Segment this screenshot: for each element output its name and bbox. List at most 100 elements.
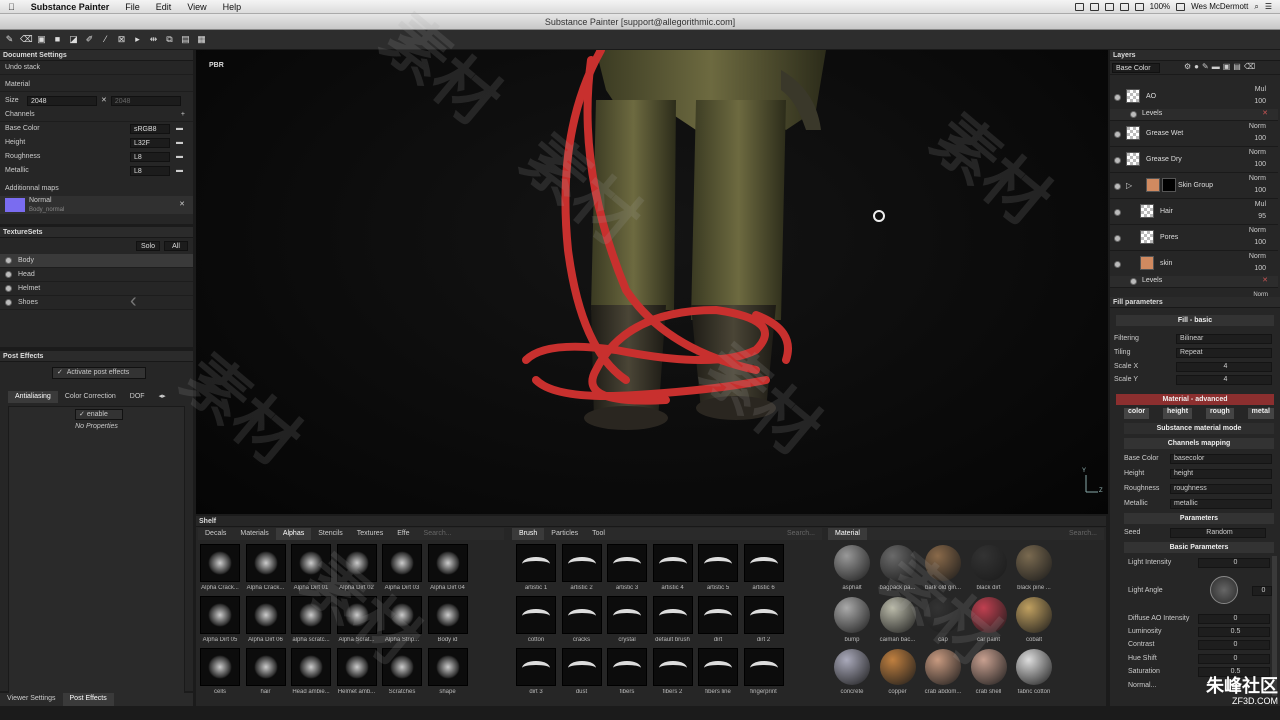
material-thumbnail[interactable] — [923, 648, 963, 686]
tab-stencils[interactable]: Stencils — [311, 528, 350, 540]
material-thumbnail[interactable] — [969, 648, 1009, 686]
brush-thumbnail[interactable] — [698, 596, 738, 634]
layer-opacity[interactable]: 100 — [1254, 133, 1266, 145]
visibility-icon[interactable] — [1114, 94, 1121, 101]
color-picker-icon[interactable]: ⁄ — [100, 34, 111, 45]
smudge-icon[interactable]: ◪ — [68, 34, 79, 45]
projection-icon[interactable]: ▣ — [36, 34, 47, 45]
material-thumbnail[interactable] — [923, 544, 963, 582]
alpha-thumbnail[interactable] — [291, 596, 331, 634]
layer-tool-icons[interactable]: ⚙●✎▬▣▤⌫ — [1184, 62, 1258, 71]
visibility-icon[interactable] — [5, 271, 12, 278]
alpha-thumbnail[interactable] — [382, 596, 422, 634]
metal-toggle[interactable]: metal — [1247, 408, 1274, 419]
remove-channel-icon[interactable]: ▬ — [170, 122, 183, 136]
geometry-fill-icon[interactable]: ■ — [52, 34, 63, 45]
channel-select[interactable]: Base Color — [1112, 63, 1160, 73]
tab-alphas[interactable]: Alphas — [275, 528, 312, 540]
layer-row[interactable]: skin Norm 100 — [1110, 251, 1278, 277]
tab-textures[interactable]: Textures — [350, 528, 390, 540]
menu-help[interactable]: Help — [215, 2, 250, 12]
alpha-thumbnail[interactable] — [200, 648, 240, 686]
remove-channel-icon[interactable]: ▬ — [170, 164, 183, 178]
tab-dof[interactable]: DOF — [123, 391, 152, 403]
param-value[interactable]: 0 — [1198, 640, 1270, 650]
material-advanced-header[interactable]: Material - advanced — [1116, 394, 1274, 405]
menu-edit[interactable]: Edit — [148, 2, 180, 12]
alpha-thumbnail[interactable] — [382, 544, 422, 582]
link-icon[interactable]: ✕ — [97, 94, 111, 108]
remove-channel-icon[interactable]: ▬ — [170, 136, 183, 150]
layer-blend-mode[interactable]: Norm — [1249, 173, 1266, 185]
search-field[interactable]: Search... — [417, 528, 459, 540]
scrollbar[interactable] — [1272, 556, 1277, 696]
tab-scroll-arrows[interactable]: ◂▸ — [152, 391, 173, 403]
layer-opacity[interactable]: 95 — [1258, 211, 1266, 223]
enable-checkbox[interactable]: ✓ enable — [75, 409, 123, 420]
channels-mapping-header[interactable]: Channels mapping — [1124, 438, 1274, 449]
visibility-icon[interactable] — [5, 299, 12, 306]
clone-icon[interactable]: ✐ — [84, 34, 95, 45]
layer-row[interactable]: Levels ✕ — [1110, 276, 1278, 288]
visibility-icon[interactable] — [1114, 183, 1121, 190]
tab-brush[interactable]: Brush — [512, 528, 545, 540]
layer-opacity[interactable]: 100 — [1254, 159, 1266, 171]
normal-map-row[interactable]: Normal Body_normal ✕ — [0, 196, 193, 214]
tab-materials[interactable]: Materials — [233, 528, 275, 540]
layer-row[interactable]: Hair Mul 95 — [1110, 199, 1278, 225]
basic-parameters-header[interactable]: Basic Parameters — [1124, 542, 1274, 553]
screenshot-icon[interactable]: ▦ — [196, 34, 207, 45]
tiling-select[interactable]: Repeat — [1176, 348, 1272, 358]
all-button[interactable]: All — [164, 241, 188, 251]
material-thumbnail[interactable] — [832, 544, 872, 582]
material-thumbnail[interactable] — [832, 596, 872, 634]
textureset-item[interactable]: Body — [0, 254, 193, 268]
remove-effect-icon[interactable]: ✕ — [1262, 276, 1268, 284]
layer-row[interactable]: Grease Dry Norm 100 — [1110, 147, 1278, 173]
brush-thumbnail[interactable] — [743, 596, 784, 634]
parameters-header[interactable]: Parameters — [1124, 513, 1274, 524]
layer-opacity[interactable]: 100 — [1254, 96, 1266, 108]
mapping-select[interactable]: roughness — [1170, 484, 1272, 494]
layer-row[interactable]: Grease Wet Norm 100 — [1110, 121, 1278, 147]
param-value[interactable]: 0.5 — [1198, 627, 1270, 637]
layer-row[interactable]: ▷ Skin Group Norm 100 — [1110, 173, 1278, 199]
brush-thumbnail[interactable] — [698, 648, 738, 686]
visibility-icon[interactable] — [1114, 131, 1121, 138]
tab-antialiasing[interactable]: Antialiasing — [8, 391, 58, 403]
status-icon[interactable] — [1089, 2, 1099, 11]
mapping-select[interactable]: metallic — [1170, 499, 1272, 509]
brush-thumbnail[interactable] — [607, 596, 647, 634]
visibility-icon[interactable] — [5, 285, 12, 292]
channel-format-select[interactable]: L8 — [130, 152, 170, 162]
layer-blend-mode[interactable]: Norm — [1249, 225, 1266, 237]
param-value[interactable]: 0 — [1198, 614, 1270, 624]
visibility-icon[interactable] — [1114, 261, 1121, 268]
material-search[interactable]: Search... — [1062, 528, 1104, 540]
channel-format-select[interactable]: L8 — [130, 166, 170, 176]
alpha-thumbnail[interactable] — [336, 596, 377, 634]
activate-post-effects-checkbox[interactable]: ✓ Activate post effects — [52, 367, 146, 379]
visibility-icon[interactable] — [1130, 111, 1137, 118]
brush-thumbnail[interactable] — [652, 544, 693, 582]
3d-viewport[interactable]: PBR Y Z ‹ — [130, 50, 1108, 514]
substance-mode-button[interactable]: Substance material mode — [1124, 423, 1274, 434]
fill-basic-header[interactable]: Fill - basic — [1116, 315, 1274, 326]
filtering-select[interactable]: Bilinear — [1176, 334, 1272, 344]
material-thumbnail[interactable] — [1014, 648, 1054, 686]
tab-tool[interactable]: Tool — [585, 528, 612, 540]
param-value[interactable]: 0 — [1198, 654, 1270, 664]
param-value[interactable]: 0 — [1198, 558, 1270, 568]
channel-format-select[interactable]: sRGB8 — [130, 124, 170, 134]
list-icon[interactable]: ☰ — [1265, 2, 1272, 11]
param-value[interactable]: 0 — [1252, 586, 1272, 596]
add-channel-icon[interactable]: + — [181, 108, 193, 122]
layer-blend-mode[interactable]: Norm — [1249, 147, 1266, 159]
brush-thumbnail[interactable] — [516, 544, 556, 582]
alpha-thumbnail[interactable] — [245, 596, 286, 634]
layer-blend-mode[interactable]: Norm — [1249, 251, 1266, 263]
size-select-2[interactable]: 2048 — [110, 96, 181, 106]
brush-thumbnail[interactable] — [652, 648, 693, 686]
layer-opacity[interactable]: 100 — [1254, 263, 1266, 275]
brush-thumbnail[interactable] — [561, 544, 602, 582]
